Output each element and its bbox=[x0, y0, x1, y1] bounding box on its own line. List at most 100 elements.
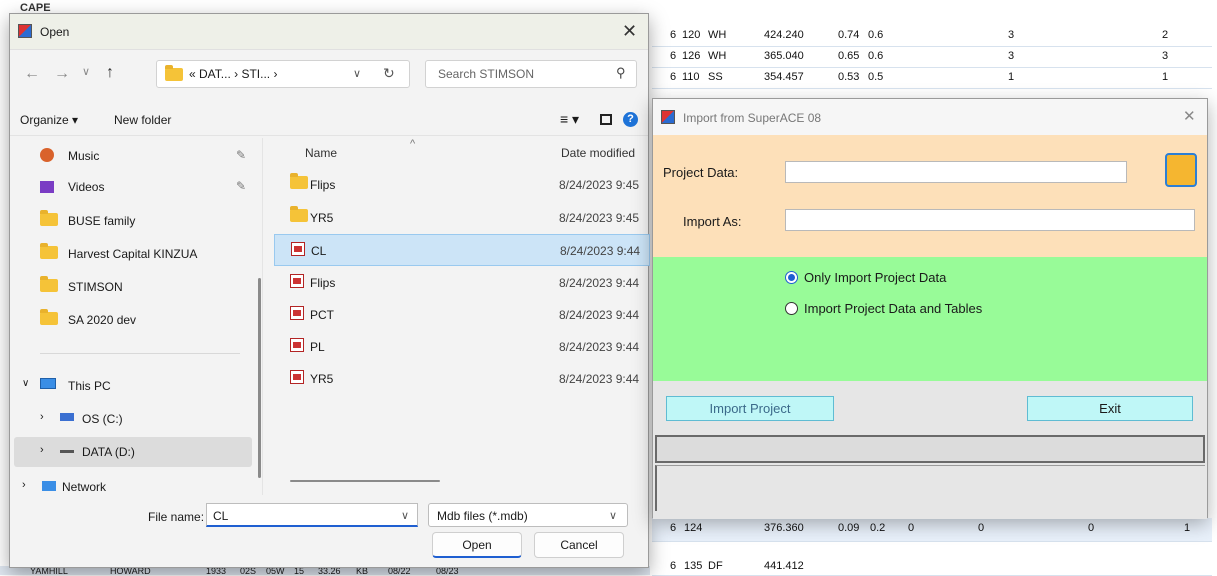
file-row[interactable]: Flips 8/24/2023 9:44 bbox=[274, 267, 650, 299]
mdb-file-icon bbox=[290, 338, 304, 352]
toolbar: Organize ▾ New folder ≡ ▾ ? bbox=[10, 106, 648, 136]
mdb-file-icon bbox=[290, 306, 304, 320]
chevron-right-icon[interactable]: › bbox=[40, 411, 44, 423]
file-row[interactable]: PL 8/24/2023 9:44 bbox=[274, 331, 650, 363]
organize-button[interactable]: Organize ▾ bbox=[20, 113, 78, 127]
import-dialog-title: Import from SuperACE 08 bbox=[683, 111, 822, 125]
network-icon bbox=[42, 481, 56, 491]
mdb-file-icon bbox=[291, 242, 305, 256]
nav-item-network[interactable]: › Network bbox=[14, 472, 252, 495]
nav-item-harvest-capital[interactable]: Harvest Capital KINZUA bbox=[14, 239, 252, 269]
progress-bar bbox=[655, 435, 1205, 463]
cancel-button[interactable]: Cancel bbox=[534, 532, 624, 558]
navigation-pane: Music ✎ Videos ✎ BUSE family Harvest Cap… bbox=[10, 138, 262, 495]
open-dialog-titlebar[interactable]: Open ✕ bbox=[10, 14, 648, 50]
option-import-tables-label[interactable]: Import Project Data and Tables bbox=[804, 301, 982, 316]
nav-item-data-d[interactable]: › DATA (D:) bbox=[14, 437, 252, 467]
pin-icon[interactable]: ✎ bbox=[236, 179, 246, 193]
grid-row[interactable]: 6 124 376.360 0.09 0.2 0 0 0 1 bbox=[652, 518, 1212, 542]
file-name-label: File name: bbox=[148, 510, 205, 524]
horizontal-scrollbar[interactable] bbox=[290, 480, 440, 482]
chevron-right-icon[interactable]: › bbox=[40, 444, 44, 456]
open-dialog-title: Open bbox=[40, 25, 70, 39]
music-icon bbox=[40, 148, 54, 162]
search-input[interactable]: Search STIMSON bbox=[438, 67, 534, 81]
drive-icon bbox=[60, 413, 74, 421]
grid-row[interactable]: 6 126 WH 365.040 0.65 0.6 3 3 bbox=[652, 46, 1212, 68]
chevron-down-icon[interactable]: ∨ bbox=[609, 509, 617, 522]
sort-up-icon: ^ bbox=[410, 138, 416, 150]
divider bbox=[40, 353, 240, 354]
chevron-down-icon[interactable]: ∨ bbox=[82, 65, 90, 78]
nav-item-sa-2020-dev[interactable]: SA 2020 dev bbox=[14, 305, 252, 335]
nav-item-videos[interactable]: Videos ✎ bbox=[14, 172, 252, 202]
import-as-field[interactable] bbox=[785, 209, 1195, 231]
import-as-label: Import As: bbox=[683, 214, 742, 229]
file-row[interactable]: PCT 8/24/2023 9:44 bbox=[274, 299, 650, 331]
close-icon[interactable]: ✕ bbox=[1183, 107, 1196, 125]
view-options-icon[interactable]: ≡ ▾ bbox=[560, 111, 579, 128]
exit-button[interactable]: Exit bbox=[1027, 396, 1193, 421]
app-icon bbox=[661, 110, 675, 124]
breadcrumb[interactable]: « DAT... › STI... › bbox=[189, 67, 277, 81]
import-dialog: Import from SuperACE 08 ✕ Project Data: … bbox=[652, 98, 1208, 519]
search-icon[interactable]: ⚲ bbox=[616, 65, 626, 81]
option-only-import-label[interactable]: Only Import Project Data bbox=[804, 270, 946, 285]
file-row-selected[interactable]: CL 8/24/2023 9:44 bbox=[274, 234, 650, 266]
folder-icon bbox=[290, 173, 308, 189]
chevron-down-icon[interactable]: ∨ bbox=[353, 67, 361, 80]
preview-pane-icon[interactable] bbox=[600, 114, 612, 125]
nav-item-this-pc[interactable]: ∨ This PC bbox=[14, 371, 252, 401]
grid-row[interactable]: 6 135 DF 441.412 bbox=[652, 556, 1212, 576]
forward-arrow-icon[interactable]: → bbox=[54, 65, 70, 83]
status-panel bbox=[655, 465, 1205, 511]
pin-icon[interactable]: ✎ bbox=[236, 148, 246, 162]
new-folder-button[interactable]: New folder bbox=[114, 113, 171, 127]
up-arrow-icon[interactable]: ↑ bbox=[106, 64, 114, 82]
project-data-field[interactable] bbox=[785, 161, 1127, 183]
column-header-date[interactable]: Date modified bbox=[561, 146, 635, 160]
actions-section: Import Project Exit bbox=[653, 381, 1207, 519]
radio-import-tables[interactable] bbox=[785, 302, 798, 315]
nav-item-os-c[interactable]: › OS (C:) bbox=[14, 404, 252, 434]
back-arrow-icon[interactable]: ← bbox=[24, 65, 40, 83]
radio-only-import[interactable] bbox=[785, 271, 798, 284]
file-type-select[interactable]: Mdb files (*.mdb) ∨ bbox=[428, 503, 628, 527]
file-row[interactable]: YR5 8/24/2023 9:44 bbox=[274, 363, 650, 395]
folder-icon bbox=[165, 65, 183, 81]
import-dialog-titlebar[interactable]: Import from SuperACE 08 ✕ bbox=[653, 99, 1207, 135]
app-icon bbox=[18, 24, 32, 38]
project-section: Project Data: Import As: bbox=[653, 135, 1207, 257]
file-name-field[interactable]: CL ∨ bbox=[206, 503, 418, 527]
address-bar[interactable]: « DAT... › STI... › ∨ ↻ bbox=[156, 60, 410, 88]
nav-item-stimson[interactable]: STIMSON bbox=[14, 272, 252, 302]
nav-scrollbar[interactable] bbox=[258, 278, 261, 478]
help-icon[interactable]: ? bbox=[623, 112, 638, 127]
nav-item-buse-family[interactable]: BUSE family bbox=[14, 206, 252, 236]
mdb-file-icon bbox=[290, 274, 304, 288]
import-project-button[interactable]: Import Project bbox=[666, 396, 834, 421]
browse-folder-icon[interactable] bbox=[1165, 153, 1197, 187]
computer-icon bbox=[40, 378, 56, 389]
nav-item-music[interactable]: Music ✎ bbox=[14, 141, 252, 171]
folder-icon bbox=[40, 309, 58, 325]
open-dialog: Open ✕ ← → ∨ ↑ « DAT... › STI... › ∨ ↻ S… bbox=[9, 13, 650, 568]
grid-row[interactable]: 6 120 WH 424.240 0.74 0.6 3 2 bbox=[652, 25, 1212, 47]
file-row[interactable]: YR5 8/24/2023 9:45 bbox=[274, 202, 650, 234]
drive-icon bbox=[60, 450, 74, 453]
folder-icon bbox=[290, 206, 308, 222]
folder-icon bbox=[40, 243, 58, 259]
chevron-down-icon[interactable]: ∨ bbox=[22, 378, 29, 389]
file-row[interactable]: Flips 8/24/2023 9:45 bbox=[274, 169, 650, 201]
videos-icon bbox=[40, 181, 54, 193]
open-button[interactable]: Open bbox=[432, 532, 522, 558]
chevron-right-icon[interactable]: › bbox=[22, 479, 26, 491]
project-data-label: Project Data: bbox=[663, 165, 739, 180]
search-box[interactable]: Search STIMSON ⚲ bbox=[425, 60, 637, 88]
column-header-name[interactable]: Name bbox=[305, 146, 337, 160]
grid-row[interactable]: 6 110 SS 354.457 0.53 0.5 1 1 bbox=[652, 67, 1212, 89]
refresh-icon[interactable]: ↻ bbox=[383, 65, 395, 82]
close-icon[interactable]: ✕ bbox=[622, 21, 637, 42]
mdb-file-icon bbox=[290, 370, 304, 384]
chevron-down-icon[interactable]: ∨ bbox=[401, 509, 409, 522]
